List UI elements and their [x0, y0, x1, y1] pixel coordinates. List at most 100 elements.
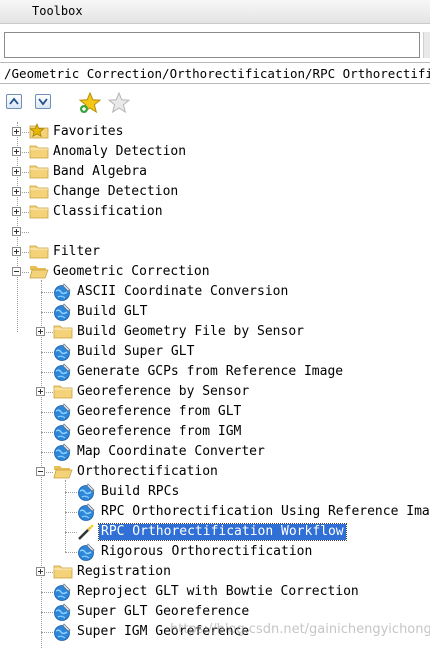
search-scroll-edge	[423, 32, 430, 58]
path-text: /Geometric Correction/Orthorectification…	[4, 66, 430, 81]
tree-item-label: Build Geometry File by Sensor	[77, 324, 304, 339]
tool-globe-icon	[53, 623, 71, 641]
tree-connector-line	[41, 412, 53, 413]
tree-item-label: Rigorous Orthorectification	[101, 544, 313, 559]
tree-tool-item[interactable]: Build GLT	[0, 302, 430, 322]
tree-tool-item[interactable]: Reproject GLT with Bowtie Correction	[0, 582, 430, 602]
collapse-minus-icon[interactable]	[36, 467, 45, 476]
tree-item-label: Favorites	[53, 124, 124, 139]
tree-item-label: Classification	[53, 204, 163, 219]
tree-item-label: Filter	[53, 244, 100, 259]
tree-item-label: RPC Orthorectification Using Reference I…	[101, 504, 430, 519]
tree-tool-item[interactable]: RPC Orthorectification Using Reference I…	[0, 502, 430, 522]
expand-plus-icon[interactable]	[12, 147, 21, 156]
tree-folder-item[interactable]: Favorites	[0, 122, 430, 142]
tree-connector-line	[41, 632, 53, 633]
tool-globe-icon	[53, 283, 71, 301]
tree-connector-line	[41, 612, 53, 613]
tree-item-label: Georeference by Sensor	[77, 384, 250, 399]
tree-connector-line	[65, 512, 77, 513]
tool-globe-icon	[77, 543, 95, 561]
tree-connector-line	[41, 372, 53, 373]
tree-item[interactable]	[0, 222, 430, 242]
collapse-minus-icon[interactable]	[12, 267, 21, 276]
tree-tool-item[interactable]: ASCII Coordinate Conversion	[0, 282, 430, 302]
tree-item-label: RPC Orthorectification Workflow	[98, 523, 347, 541]
folder-icon	[29, 143, 49, 159]
tree-folder-item[interactable]: Classification	[0, 202, 430, 222]
tree-connector-line	[41, 432, 53, 433]
tree-tool-item[interactable]: Georeference from IGM	[0, 422, 430, 442]
expand-plus-icon[interactable]	[12, 127, 21, 136]
watermark-text: https://blog.csdn.net/gainichengyichongf…	[170, 622, 430, 637]
tree-item-label: Orthorectification	[77, 464, 218, 479]
tree-item-label: Build RPCs	[101, 484, 180, 499]
tree-item-label: Georeference from GLT	[77, 404, 242, 419]
chevron-up-icon	[9, 97, 19, 105]
tree-item-label: ASCII Coordinate Conversion	[77, 284, 289, 299]
expand-plus-icon[interactable]	[12, 207, 21, 216]
toolbox-titlebar: Toolbox	[0, 0, 430, 24]
search-input[interactable]	[5, 33, 419, 57]
folder-icon	[29, 183, 49, 199]
tree-item-label: Map Coordinate Converter	[77, 444, 265, 459]
tree-item-label: Anomaly Detection	[53, 144, 187, 159]
tool-globe-icon	[53, 603, 71, 621]
tree-tool-item[interactable]: Rigorous Orthorectification	[0, 542, 430, 562]
favorites-folder-icon	[29, 123, 49, 139]
collapse-all-button[interactable]	[35, 94, 51, 109]
tree-connector-line	[65, 532, 77, 533]
tree-folder-item[interactable]: Geometric Correction	[0, 262, 430, 282]
expand-plus-icon[interactable]	[12, 167, 21, 176]
tree-folder-item[interactable]: Georeference by Sensor	[0, 382, 430, 402]
tree-folder-item[interactable]: Band Algebra	[0, 162, 430, 182]
expand-plus-icon[interactable]	[12, 247, 21, 256]
tool-globe-icon	[53, 403, 71, 421]
path-breadcrumb: /Geometric Correction/Orthorectification…	[0, 62, 430, 84]
tree-tool-item[interactable]: Map Coordinate Converter	[0, 442, 430, 462]
tree-item-label: Georeference from IGM	[77, 424, 242, 439]
tree-folder-item[interactable]: Build Geometry File by Sensor	[0, 322, 430, 342]
tree-folder-item[interactable]: Anomaly Detection	[0, 142, 430, 162]
expand-plus-icon[interactable]	[36, 387, 45, 396]
folder-icon	[53, 563, 73, 579]
folder-icon	[53, 323, 73, 339]
add-favorite-star-icon[interactable]	[79, 92, 101, 114]
expand-plus-icon[interactable]	[12, 187, 21, 196]
tree-item-label: Build GLT	[77, 304, 148, 319]
tree-item-label: Registration	[77, 564, 171, 579]
tool-globe-icon	[77, 503, 95, 521]
expand-plus-icon[interactable]	[36, 567, 45, 576]
tree-connector-line	[41, 312, 53, 313]
tree-folder-item[interactable]: Change Detection	[0, 182, 430, 202]
expand-all-button[interactable]	[6, 94, 22, 109]
tree-folder-item[interactable]: Orthorectification	[0, 462, 430, 482]
tree-connector-line	[41, 352, 53, 353]
tree-tool-item[interactable]: Georeference from GLT	[0, 402, 430, 422]
tree-item-label: Reproject GLT with Bowtie Correction	[77, 584, 359, 599]
chevron-down-icon	[38, 98, 48, 106]
tree-tool-item[interactable]: Build Super GLT	[0, 342, 430, 362]
tree-item-label: Band Algebra	[53, 164, 147, 179]
window-title: Toolbox	[32, 4, 83, 18]
folder-icon	[29, 243, 49, 259]
tree-item-label: Super GLT Georeference	[77, 604, 250, 619]
tool-globe-icon	[53, 303, 71, 321]
tree-tool-item[interactable]: Generate GCPs from Reference Image	[0, 362, 430, 382]
tree-folder-item[interactable]: Registration	[0, 562, 430, 582]
tree-item-label: Generate GCPs from Reference Image	[77, 364, 344, 379]
tree-tool-item[interactable]: Build RPCs	[0, 482, 430, 502]
tool-globe-icon	[77, 483, 95, 501]
tree-tool-item[interactable]: RPC Orthorectification Workflow	[0, 522, 430, 542]
folder-open-icon	[29, 263, 49, 279]
tree-tool-item[interactable]: Super GLT Georeference	[0, 602, 430, 622]
folder-icon	[29, 163, 49, 179]
search-field[interactable]	[4, 32, 420, 58]
tool-globe-icon	[53, 423, 71, 441]
expand-plus-icon[interactable]	[36, 327, 45, 336]
tree-folder-item[interactable]: Filter	[0, 242, 430, 262]
tree-connector-line	[41, 592, 53, 593]
folder-open-icon	[53, 463, 73, 479]
expand-plus-icon[interactable]	[12, 227, 21, 236]
remove-favorite-star-icon[interactable]	[108, 92, 130, 114]
